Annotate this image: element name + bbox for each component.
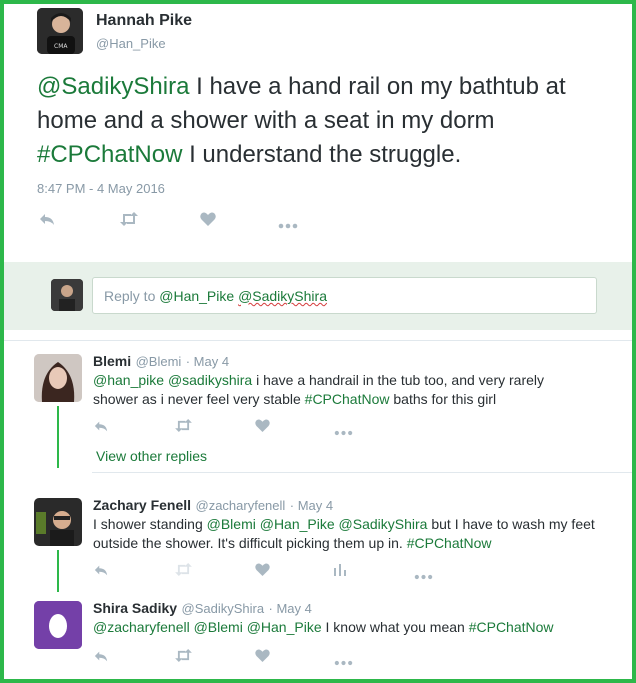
hashtag-link[interactable]: #CPChatNow — [305, 391, 390, 407]
reply-text: @han_pike @sadikyshira i have a handrail… — [93, 371, 593, 409]
hashtag-link[interactable]: #CPChatNow — [469, 619, 554, 635]
hashtag-link[interactable]: #CPChatNow — [407, 535, 492, 551]
like-icon[interactable] — [255, 649, 270, 667]
reply-author-handle[interactable]: @SadikyShira — [182, 601, 265, 616]
reply-text: @zacharyfenell @Blemi @Han_Pike I know w… — [93, 618, 603, 637]
like-icon[interactable] — [255, 563, 270, 581]
reply-prefix: Reply to — [104, 288, 160, 304]
reply-icon[interactable] — [93, 563, 109, 582]
reply-text-part: baths for this girl — [389, 391, 497, 407]
mention-link[interactable]: @zacharyfenell — [93, 619, 190, 635]
current-user-avatar — [51, 279, 83, 311]
divider — [92, 472, 632, 473]
mention-link[interactable]: @han_pike — [93, 372, 164, 388]
more-icon[interactable] — [334, 653, 353, 671]
reply-mention: @SadikyShira — [238, 288, 327, 304]
like-icon[interactable] — [255, 419, 270, 437]
mention-link[interactable]: @Blemi — [194, 619, 243, 635]
reply-date[interactable]: · May 4 — [186, 354, 229, 369]
reply-header: Shira Sadiky @SadikyShira · May 4 — [93, 600, 312, 618]
reply-icon[interactable] — [38, 211, 56, 232]
reply-icon[interactable] — [93, 649, 109, 668]
retweet-icon[interactable] — [119, 212, 139, 231]
retweet-icon[interactable] — [174, 419, 193, 437]
svg-text:CMA: CMA — [54, 43, 68, 50]
analytics-icon[interactable] — [333, 562, 347, 581]
avatar-blemi[interactable] — [34, 354, 82, 402]
thread-line — [57, 550, 59, 592]
reply-author-name[interactable]: Zachary Fenell — [93, 497, 191, 513]
avatar-zachary-fenell[interactable] — [34, 498, 82, 546]
reply-header: Zachary Fenell @zacharyfenell · May 4 — [93, 497, 333, 515]
reply-mention: @Han_Pike — [159, 288, 235, 304]
reply-text: I shower standing @Blemi @Han_Pike @Sadi… — [93, 515, 603, 553]
retweet-icon[interactable] — [174, 649, 193, 667]
reply-icon[interactable] — [93, 419, 109, 438]
reply-date[interactable]: · May 4 — [290, 498, 333, 513]
mention-link[interactable]: @SadikyShira — [339, 516, 428, 532]
author-name[interactable]: Hannah Pike — [96, 12, 192, 30]
view-other-replies-link[interactable]: View other replies — [96, 448, 207, 464]
avatar-shira-sadiky[interactable] — [34, 601, 82, 649]
more-icon[interactable] — [278, 216, 298, 234]
author-handle[interactable]: @Han_Pike — [96, 36, 166, 51]
divider — [4, 340, 632, 341]
reply-text-part: I know what you mean — [321, 619, 469, 635]
reply-date[interactable]: · May 4 — [269, 601, 312, 616]
mention-link[interactable]: @Han_Pike — [247, 619, 322, 635]
tweet-text-part: I understand the struggle. — [182, 141, 462, 168]
reply-header: Blemi @Blemi · May 4 — [93, 353, 229, 371]
more-icon[interactable] — [414, 567, 433, 585]
thread-line — [57, 406, 59, 468]
reply-author-name[interactable]: Blemi — [93, 353, 131, 369]
reply-author-handle[interactable]: @Blemi — [136, 354, 182, 369]
mention-link[interactable]: @Blemi — [207, 516, 256, 532]
more-icon[interactable] — [334, 423, 353, 441]
hashtag-link[interactable]: #CPChatNow — [37, 141, 182, 168]
mention-link[interactable]: @Han_Pike — [260, 516, 335, 532]
reply-text-part: I shower standing — [93, 516, 207, 532]
reply-author-name[interactable]: Shira Sadiky — [93, 600, 177, 616]
retweet-icon[interactable] — [174, 563, 193, 581]
mention-link[interactable]: @SadikyShira — [37, 73, 189, 100]
mention-link[interactable]: @sadikyshira — [168, 372, 252, 388]
reply-input[interactable]: Reply to @Han_Pike @SadikyShira — [92, 277, 597, 314]
reply-author-handle[interactable]: @zacharyfenell — [196, 498, 286, 513]
tweet-timestamp[interactable]: 8:47 PM - 4 May 2016 — [37, 181, 165, 196]
tweet-text: @SadikyShira I have a hand rail on my ba… — [37, 70, 617, 172]
avatar-hannah-pike[interactable]: CMA — [37, 8, 83, 54]
like-icon[interactable] — [200, 212, 216, 231]
